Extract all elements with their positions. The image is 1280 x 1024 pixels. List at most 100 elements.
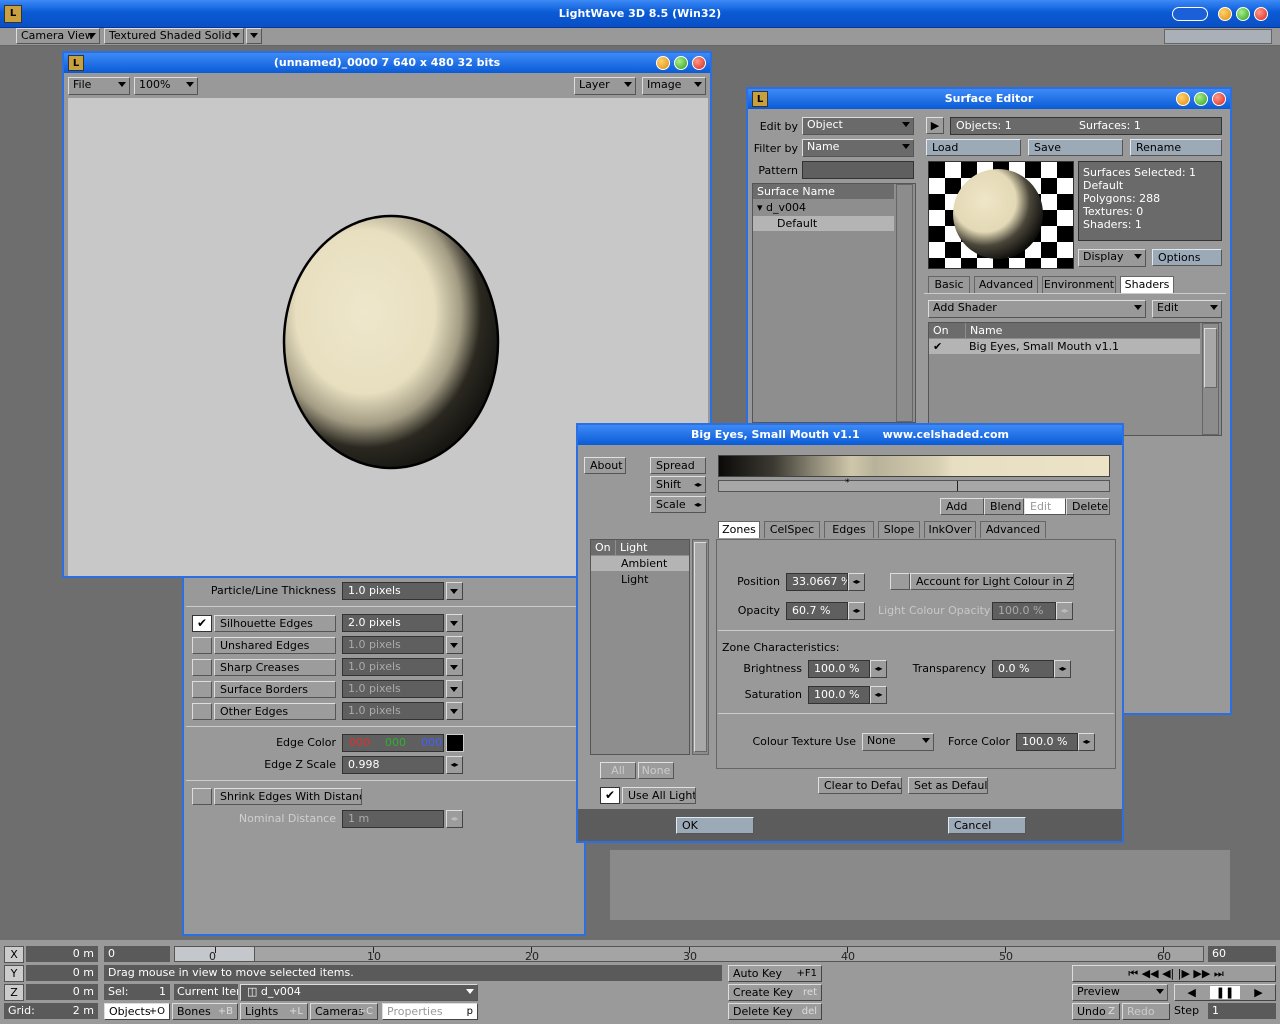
file-menu-dropdown[interactable]: File: [68, 77, 130, 95]
edit-key-button[interactable]: Edit: [1024, 498, 1066, 515]
silhouette-edges-label[interactable]: Silhouette Edges: [214, 615, 336, 632]
opacity-spinner[interactable]: ◂▸: [848, 602, 865, 620]
tab-basic[interactable]: Basic: [928, 276, 970, 293]
nominal-distance-field[interactable]: 1 m: [342, 810, 444, 828]
no-lights-button[interactable]: None: [638, 762, 674, 779]
edge-z-scale-spinner[interactable]: ◂▸: [446, 756, 463, 774]
unshared-edges-label[interactable]: Unshared Edges: [214, 637, 336, 654]
use-all-lights-checkbox[interactable]: ✔: [600, 787, 620, 804]
edge-color-g[interactable]: 000: [385, 735, 406, 751]
shrink-edges-checkbox[interactable]: [192, 788, 212, 805]
light-row-ambient[interactable]: Ambient: [591, 556, 689, 571]
ok-button[interactable]: OK: [676, 817, 754, 834]
display-dropdown[interactable]: Display: [1078, 249, 1146, 267]
delete-key-button[interactable]: Delete Key del: [728, 1003, 822, 1020]
colour-texture-dropdown[interactable]: None: [862, 733, 934, 751]
spread-button[interactable]: Spread: [650, 457, 706, 474]
save-button[interactable]: Save: [1028, 139, 1123, 156]
silhouette-edges-checkbox[interactable]: ✔: [192, 615, 212, 632]
position-spinner[interactable]: ◂▸: [848, 573, 865, 591]
shader-list-scrollbar[interactable]: [1202, 323, 1219, 435]
edge-z-scale-field[interactable]: 0.998: [342, 756, 444, 774]
zone-key-marker[interactable]: [957, 481, 958, 491]
z-position-field[interactable]: 0 m: [26, 984, 98, 1000]
surface-list-default-row[interactable]: Default: [753, 216, 894, 231]
filter-by-dropdown[interactable]: Name: [802, 139, 914, 157]
edge-color-b[interactable]: 000: [421, 735, 442, 751]
sharp-creases-field[interactable]: 1.0 pixels: [342, 658, 444, 676]
other-edges-dropdown[interactable]: [446, 702, 463, 720]
tab-edges[interactable]: Edges: [824, 521, 874, 538]
frame-start-field[interactable]: 0: [104, 946, 170, 962]
set-as-default-button[interactable]: Set as Default: [908, 777, 988, 794]
create-key-button[interactable]: Create Key ret: [728, 984, 822, 1001]
tab-environment[interactable]: Environment: [1042, 276, 1116, 293]
zone-key-track[interactable]: *: [718, 478, 1110, 492]
delete-key-button[interactable]: Delete: [1066, 498, 1110, 515]
close-icon[interactable]: [1254, 7, 1268, 21]
play-controls[interactable]: ◀ ❚❚ ▶: [1174, 984, 1276, 1001]
opacity-field[interactable]: 60.7 %: [786, 602, 848, 620]
tab-celspec[interactable]: CelSpec: [764, 521, 820, 538]
minimize-icon[interactable]: [1176, 92, 1190, 106]
maximize-icon[interactable]: [1236, 7, 1250, 21]
close-icon[interactable]: [1212, 92, 1226, 106]
y-position-field[interactable]: 0 m: [26, 965, 98, 981]
redo-button[interactable]: Redo: [1122, 1003, 1170, 1020]
surface-preview[interactable]: [928, 161, 1074, 269]
light-list-scrollbar[interactable]: [692, 539, 709, 755]
use-all-lights-label[interactable]: Use All Lights: [622, 787, 696, 804]
tab-inkover[interactable]: InkOver: [924, 521, 976, 538]
edge-color-field[interactable]: 000 000 000: [342, 734, 444, 752]
edit-by-dropdown[interactable]: Object: [802, 117, 914, 135]
auto-key-button[interactable]: Auto Key +F1: [728, 965, 822, 982]
force-color-spinner[interactable]: ◂▸: [1078, 733, 1095, 751]
current-item-dropdown[interactable]: ◫ d_v004: [240, 984, 478, 1001]
tab-zones[interactable]: Zones: [718, 521, 760, 538]
sharp-creases-label[interactable]: Sharp Creases: [214, 659, 336, 676]
tab-shaders[interactable]: Shaders: [1120, 276, 1174, 293]
surface-list-scrollbar[interactable]: [896, 184, 913, 422]
camera-view-dropdown[interactable]: Camera View: [16, 28, 100, 44]
position-field[interactable]: 33.0667 %: [786, 573, 848, 591]
force-color-field[interactable]: 100.0 %: [1016, 733, 1078, 751]
cameras-mode-button[interactable]: Cameras +C: [310, 1003, 378, 1020]
account-light-colour-label[interactable]: Account for Light Colour in Zone: [910, 573, 1074, 590]
other-edges-field[interactable]: 1.0 pixels: [342, 702, 444, 720]
preview-dropdown[interactable]: Preview: [1072, 984, 1168, 1001]
surface-list[interactable]: Surface Name ▾ d_v004 Default: [752, 183, 916, 423]
shader-edit-dropdown[interactable]: Edit: [1152, 300, 1222, 318]
minimize-icon[interactable]: [656, 56, 670, 70]
shrink-edges-label[interactable]: Shrink Edges With Distance: [214, 788, 362, 805]
unshared-edges-field[interactable]: 1.0 pixels: [342, 636, 444, 654]
surface-borders-dropdown[interactable]: [446, 680, 463, 698]
image-dropdown[interactable]: Image: [642, 77, 706, 95]
scale-button[interactable]: Scale ◂▸: [650, 496, 706, 513]
surface-borders-field[interactable]: 1.0 pixels: [342, 680, 444, 698]
playback-controls[interactable]: ⏮ ◀◀ ◀| |▶ ▶▶ ⏭: [1072, 965, 1276, 982]
scroll-thumb[interactable]: [1204, 328, 1217, 388]
step-field[interactable]: 1: [1208, 1003, 1276, 1019]
account-light-colour-checkbox[interactable]: [890, 573, 910, 590]
other-edges-checkbox[interactable]: [192, 703, 212, 720]
tab-advanced[interactable]: Advanced: [980, 521, 1046, 538]
saturation-spinner[interactable]: ◂▸: [870, 686, 887, 704]
blend-button[interactable]: Blend: [984, 498, 1024, 515]
silhouette-edges-field[interactable]: 2.0 pixels: [342, 614, 444, 632]
transparency-field[interactable]: 0.0 %: [992, 660, 1054, 678]
saturation-field[interactable]: 100.0 %: [808, 686, 870, 704]
particle-thickness-dropdown[interactable]: [446, 582, 463, 600]
zoom-dropdown[interactable]: 100%: [134, 77, 198, 95]
add-key-button[interactable]: Add: [940, 498, 984, 515]
rename-button[interactable]: Rename: [1130, 139, 1222, 156]
sharp-creases-dropdown[interactable]: [446, 658, 463, 676]
pattern-input[interactable]: [802, 161, 914, 179]
tab-slope[interactable]: Slope: [878, 521, 920, 538]
surface-borders-label[interactable]: Surface Borders: [214, 681, 336, 698]
timeline-slider[interactable]: 0 10 20 30 40 50 60: [174, 946, 1204, 962]
render-mode-dropdown[interactable]: Textured Shaded Solid: [104, 28, 244, 44]
layer-dropdown[interactable]: Layer: [574, 77, 636, 95]
light-row-light[interactable]: Light: [591, 572, 689, 587]
unshared-edges-checkbox[interactable]: [192, 637, 212, 654]
tab-advanced[interactable]: Advanced: [974, 276, 1038, 293]
